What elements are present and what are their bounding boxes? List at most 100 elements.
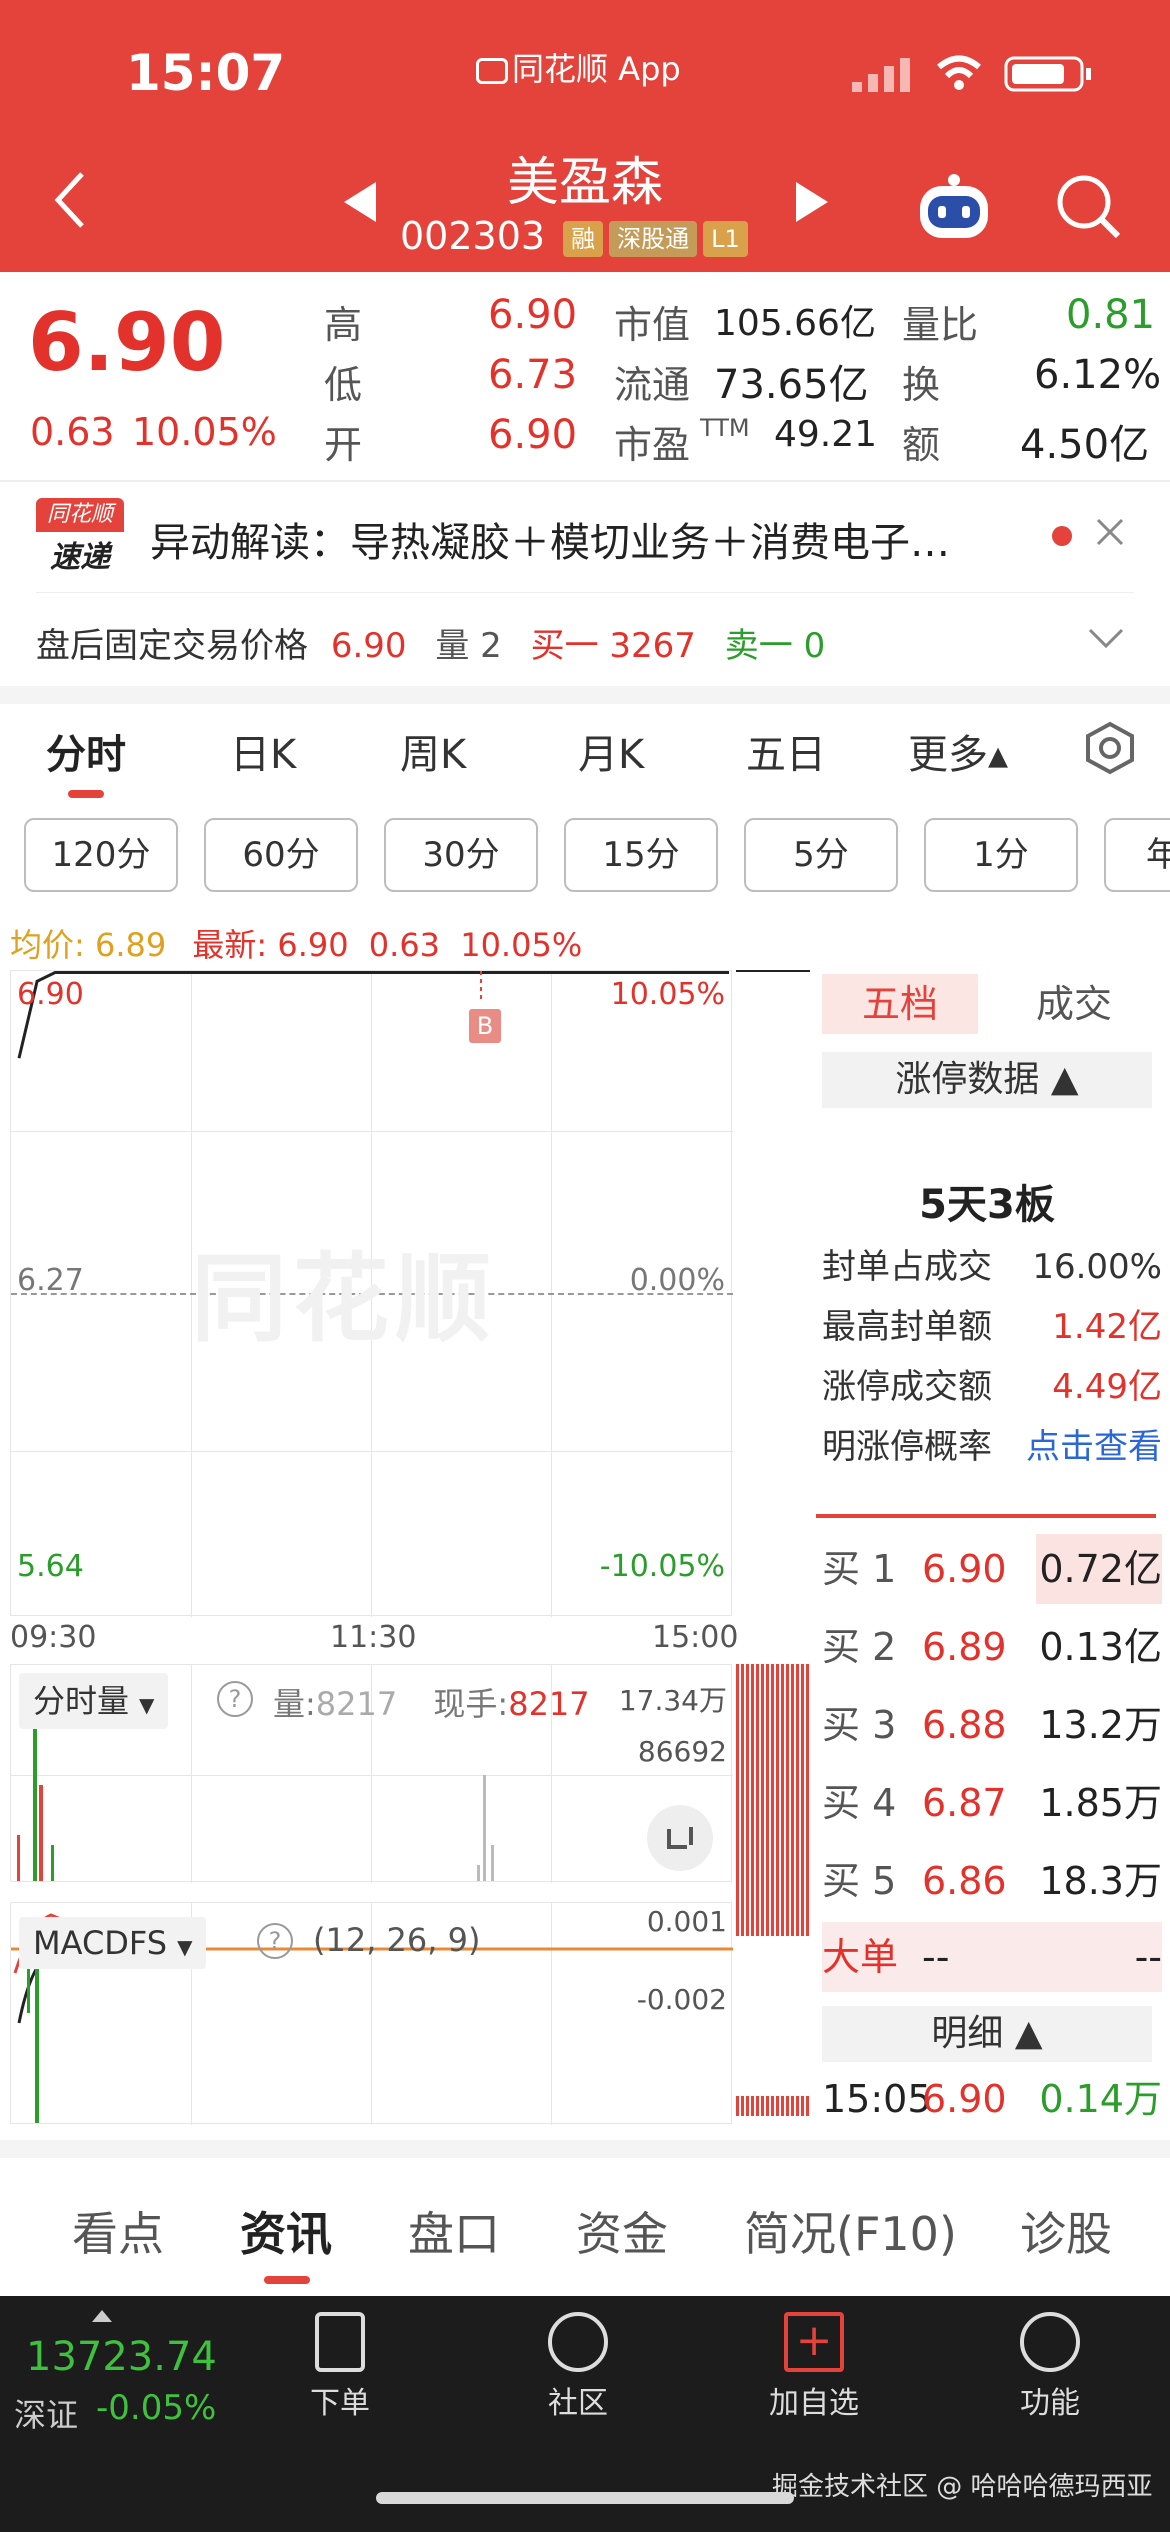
index-value[interactable]: 13723.74 xyxy=(26,2334,217,2380)
buy-marker[interactable]: B xyxy=(469,1009,501,1043)
volratio-value: 0.81 xyxy=(1066,292,1156,338)
after-hours-row: 盘后固定交易价格 6.90 量 2 买一 3267 卖一 0 xyxy=(36,618,825,667)
chip-year[interactable]: 年 xyxy=(1104,818,1170,892)
price-chart-area[interactable]: 同花顺 B 6.90 6.27 5.64 10.05% 0.00% -10.05… xyxy=(10,970,733,1617)
nav-order[interactable]: 下单 xyxy=(250,2300,430,2422)
bid-row[interactable]: 买 3 6.88 13.2万 xyxy=(822,1690,1162,1760)
limit-data-header[interactable]: 涨停数据 ▲ xyxy=(822,1052,1152,1108)
after-hours-vol-label: 量 xyxy=(435,626,470,666)
tab-trades[interactable]: 成交 xyxy=(1000,974,1148,1034)
chip-30min[interactable]: 30分 xyxy=(384,818,538,892)
app-logo-icon xyxy=(476,58,508,84)
tab-more[interactable]: 更多▴ xyxy=(908,722,1008,780)
tab-orderbook[interactable]: 盘口 xyxy=(408,2198,500,2264)
after-hours-sell1: 0 xyxy=(803,626,826,666)
pe-ttm-label: TTM xyxy=(700,414,750,442)
connect-tag: 深股通 xyxy=(609,220,698,257)
high-label: 高 xyxy=(324,303,363,347)
nav-add-watchlist[interactable]: + 加自选 xyxy=(724,2300,904,2422)
bid-row[interactable]: 买 5 6.86 18.3万 xyxy=(822,1846,1162,1916)
limit-row: 明涨停概率 点击查看 xyxy=(822,1412,1162,1482)
nav-functions[interactable]: 功能 xyxy=(960,2300,1140,2422)
divider xyxy=(0,480,1170,482)
app-header: 15:07 同花顺 App 美盈森 002303 融深股通 L1 xyxy=(0,0,1170,272)
signal-icon xyxy=(852,56,916,96)
back-icon[interactable] xyxy=(50,170,90,234)
tab-highlights[interactable]: 看点 xyxy=(72,2198,164,2264)
bid-row[interactable]: 买 4 6.87 1.85万 xyxy=(822,1768,1162,1838)
tab-weekly-k[interactable]: 周K xyxy=(400,722,466,780)
macd-top-tick: 0.001 xyxy=(646,1905,727,1938)
limit-streak: 5天3板 xyxy=(919,1182,1055,1228)
news-unread-dot xyxy=(1052,526,1072,546)
x-tick-close: 15:00 xyxy=(652,1620,739,1655)
amount-label: 额 xyxy=(902,423,941,467)
y-right-tick-mid: 0.00% xyxy=(629,1263,725,1298)
mktcap-value: 105.66亿 xyxy=(714,303,876,344)
after-hours-sell1-label: 卖一 xyxy=(724,626,793,666)
margin-tag: 融 xyxy=(563,220,604,257)
latest-change: 0.63 xyxy=(368,926,441,964)
vol-max-tick: 17.34万 xyxy=(618,1684,727,1717)
chip-15min[interactable]: 15分 xyxy=(564,818,718,892)
tab-diagnosis[interactable]: 诊股 xyxy=(1020,2198,1112,2264)
latest-value: 6.90 xyxy=(277,926,349,964)
news-headline[interactable]: 异动解读：导热凝胶＋模切业务＋消费电子… xyxy=(150,510,1010,568)
help-icon[interactable]: ? xyxy=(257,1923,293,1959)
latest-label: 最新: xyxy=(192,926,268,964)
after-hours-price: 6.90 xyxy=(330,626,407,666)
robot-icon[interactable] xyxy=(914,166,994,250)
volume-selector[interactable]: 分时量 ▼ xyxy=(19,1673,169,1729)
pe-label: 市盈 xyxy=(614,423,691,467)
tab-daily-k[interactable]: 日K xyxy=(230,722,296,780)
y-left-tick-top: 6.90 xyxy=(17,977,84,1012)
chip-60min[interactable]: 60分 xyxy=(204,818,358,892)
level-tag: L1 xyxy=(703,220,748,257)
menu-icon xyxy=(1020,2312,1080,2372)
chip-5min[interactable]: 5分 xyxy=(744,818,898,892)
volratio-label: 量比 xyxy=(902,303,979,347)
view-probability-link[interactable]: 点击查看 xyxy=(1026,1412,1162,1482)
avg-label: 均价: xyxy=(10,926,85,964)
open-label: 开 xyxy=(324,423,363,467)
nav-community[interactable]: 社区 xyxy=(488,2300,668,2422)
expand-icon[interactable] xyxy=(647,1805,713,1871)
close-icon[interactable] xyxy=(1092,514,1128,554)
chip-120min[interactable]: 120分 xyxy=(24,818,178,892)
bid-row[interactable]: 买 1 6.90 0.72亿 xyxy=(822,1534,1162,1604)
search-icon[interactable] xyxy=(1054,172,1124,246)
tab-news[interactable]: 资讯 xyxy=(240,2198,332,2264)
help-icon[interactable]: ? xyxy=(217,1681,253,1717)
amount-value: 4.50亿 xyxy=(1020,422,1150,468)
chevron-down-icon[interactable] xyxy=(1086,624,1126,658)
status-time: 15:07 xyxy=(126,44,286,102)
expand-up-icon[interactable] xyxy=(92,2310,112,2322)
dropdown-icon: ▼ xyxy=(139,1693,155,1717)
prev-stock-icon[interactable] xyxy=(340,180,380,228)
trade-row: 15:05 6.90 0.14万 xyxy=(822,2077,1162,2121)
chip-1min[interactable]: 1分 xyxy=(924,818,1078,892)
bid-row[interactable]: 买 2 6.89 0.13亿 xyxy=(822,1612,1162,1682)
tab-f10[interactable]: 简况(F10) xyxy=(744,2198,957,2264)
pe-value: 49.21 xyxy=(774,414,878,455)
tab-monthly-k[interactable]: 月K xyxy=(578,722,644,780)
status-app-name: 同花顺 App xyxy=(476,44,681,90)
detail-header[interactable]: 明细 ▲ xyxy=(822,2006,1152,2062)
dropdown-icon: ▼ xyxy=(177,1935,193,1959)
tab-minute[interactable]: 分时 xyxy=(46,722,126,780)
macd-selector[interactable]: MACDFS ▼ xyxy=(19,1917,207,1969)
settings-icon[interactable] xyxy=(1082,720,1138,780)
community-icon xyxy=(548,2312,608,2372)
home-indicator xyxy=(376,2492,794,2504)
x-tick-open: 09:30 xyxy=(10,1620,97,1655)
tab-five-level[interactable]: 五档 xyxy=(822,974,978,1034)
tab-funds[interactable]: 资金 xyxy=(576,2198,668,2264)
tab-five-day[interactable]: 五日 xyxy=(746,722,826,780)
vol-mid-tick: 86692 xyxy=(637,1735,727,1768)
tab-indicator xyxy=(68,790,104,798)
latest-change-pct: 10.05% xyxy=(460,926,583,964)
chart-info: 均价: 6.89 最新: 6.90 0.63 10.05% xyxy=(10,920,582,966)
next-stock-icon[interactable] xyxy=(792,180,832,228)
auction-strip xyxy=(736,970,810,2124)
stock-code: 002303 xyxy=(400,214,546,258)
